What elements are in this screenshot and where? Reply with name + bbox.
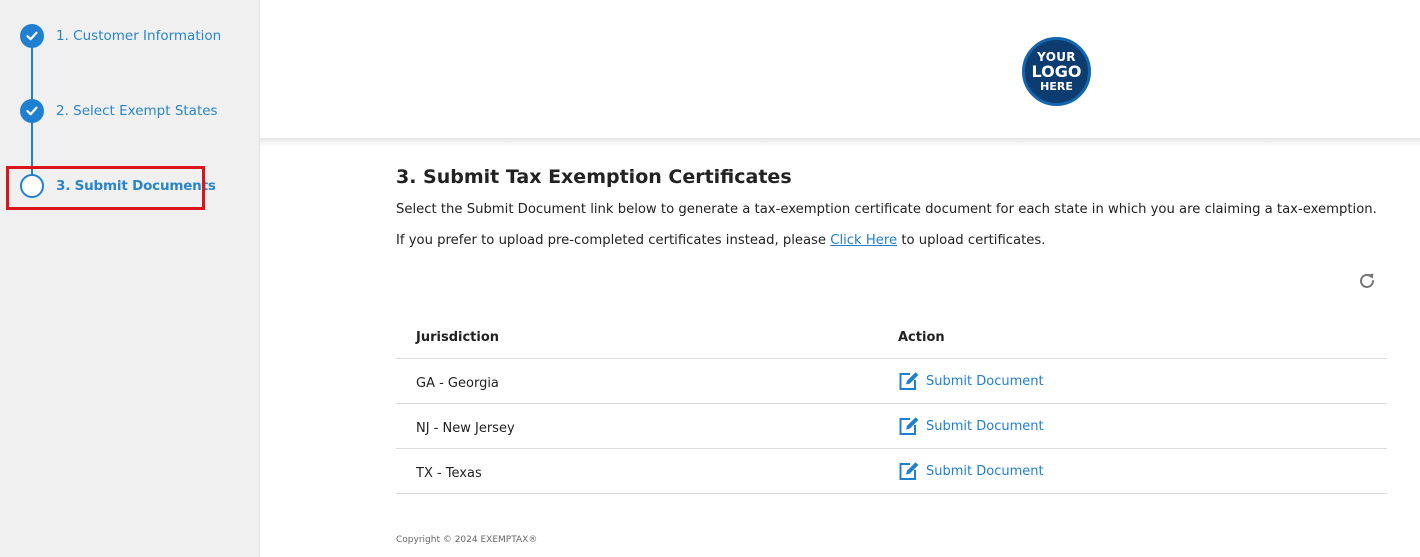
jurisdiction-cell: GA - Georgia [416,375,499,391]
edit-icon [899,462,919,480]
step-label: 3. Submit Documents [56,178,216,194]
page-title: 3. Submit Tax Exemption Certificates [396,166,792,188]
header [260,0,1420,140]
edit-icon [899,372,919,390]
submit-document-label: Submit Document [926,463,1044,479]
empty-circle-icon [20,174,44,198]
upload-suffix-text: to upload certificates. [897,233,1046,248]
company-logo: YOUR LOGO HERE [1022,37,1091,106]
steps-sidebar: 1. Customer Information 2. Select Exempt… [0,0,260,557]
table-row: GA - Georgia Submit Document [396,359,1387,404]
edit-icon [899,417,919,435]
header-divider [260,138,1420,146]
logo-text-line: HERE [1040,80,1073,93]
click-here-link[interactable]: Click Here [830,233,897,248]
step-label: 1. Customer Information [56,28,222,44]
jurisdiction-cell: NJ - New Jersey [416,420,515,436]
check-circle-icon [20,24,44,48]
column-header-jurisdiction: Jurisdiction [416,329,500,345]
app: 1. Customer Information 2. Select Exempt… [0,0,1420,557]
refresh-icon[interactable] [1356,270,1378,292]
step-customer-information[interactable]: 1. Customer Information [20,23,221,49]
submit-document-link[interactable]: Submit Document [898,461,1044,481]
table-row: NJ - New Jersey Submit Document [396,404,1387,449]
upload-prefix-text: If you prefer to upload pre-completed ce… [396,233,831,248]
instructions-text: Select the Submit Document link below to… [396,202,1377,217]
table-header: Jurisdiction Action [396,312,1387,359]
action-cell: Submit Document [898,404,1044,448]
table-row: TX - Texas Submit Document [396,449,1387,494]
action-cell: Submit Document [898,359,1044,403]
jurisdictions-table: Jurisdiction Action GA - Georgia Submit … [396,312,1387,494]
step-submit-documents[interactable]: 3. Submit Documents [20,173,216,199]
submit-document-link[interactable]: Submit Document [898,416,1044,436]
logo-text-line: LOGO [1031,62,1082,81]
step-select-exempt-states[interactable]: 2. Select Exempt States [20,98,218,124]
submit-document-label: Submit Document [926,418,1044,434]
step-label: 2. Select Exempt States [56,103,218,119]
check-circle-icon [20,99,44,123]
submit-document-link[interactable]: Submit Document [898,371,1044,391]
submit-document-label: Submit Document [926,373,1044,389]
column-header-action: Action [898,329,945,345]
jurisdiction-cell: TX - Texas [416,465,482,481]
action-cell: Submit Document [898,449,1044,493]
copyright-text: Copyright © 2024 EXEMPTAX® [396,535,538,545]
upload-instructions: If you prefer to upload pre-completed ce… [396,233,1045,248]
